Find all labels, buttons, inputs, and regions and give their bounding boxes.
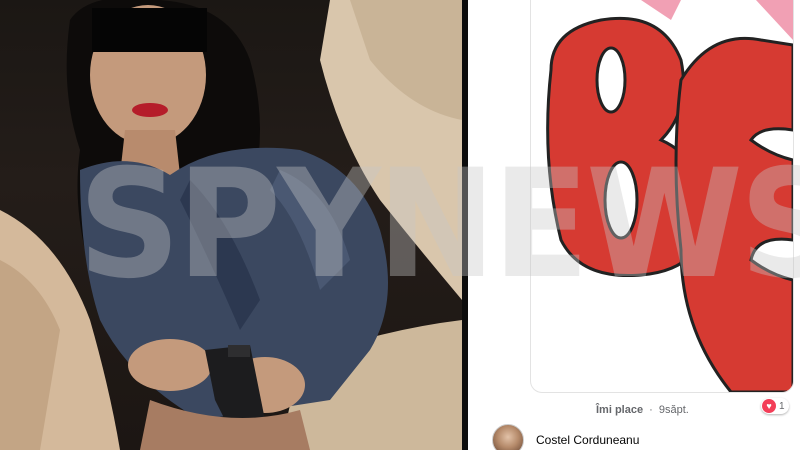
facebook-post-panel: Îmi place · 9săpt. ♥ 1 Costel Corduneanu: [468, 0, 800, 450]
heart-icon: ♥: [762, 399, 776, 413]
photo-panel: [0, 0, 462, 450]
comment-row: Costel Corduneanu: [492, 424, 639, 450]
photo-illustration: [0, 0, 462, 450]
post-time[interactable]: 9săpt.: [659, 404, 689, 416]
reaction-count: 1: [779, 400, 785, 412]
comment-author[interactable]: Costel Corduneanu: [536, 433, 639, 447]
post-artwork[interactable]: [530, 0, 794, 393]
meta-separator: ·: [649, 404, 653, 416]
post-meta: Îmi place · 9săpt.: [596, 404, 689, 416]
be-artwork-graphic: [546, 0, 793, 392]
reaction-count-badge[interactable]: ♥ 1: [761, 398, 789, 414]
like-link[interactable]: Îmi place: [596, 404, 643, 416]
avatar[interactable]: [492, 424, 524, 450]
